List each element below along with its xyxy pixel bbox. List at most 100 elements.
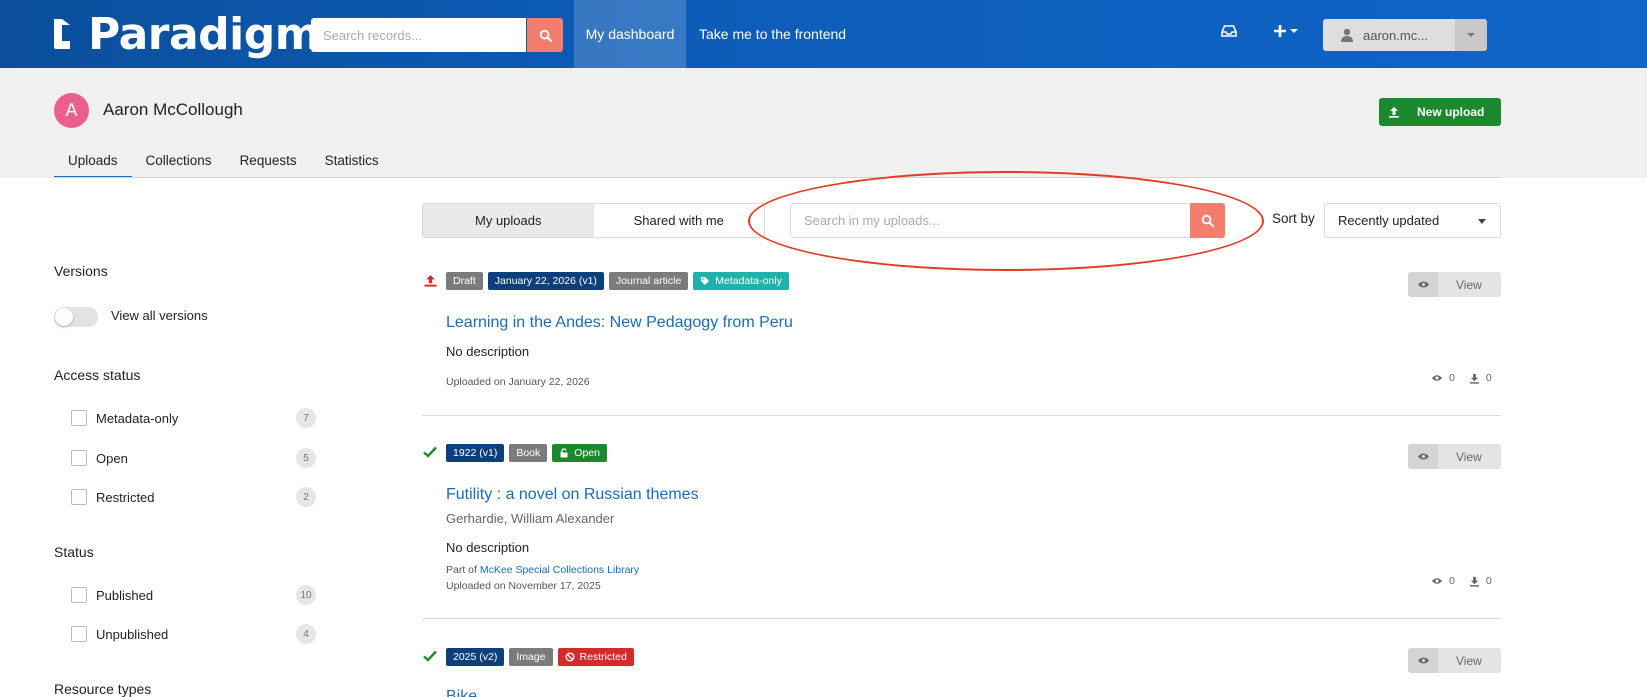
global-search-input[interactable]: [311, 18, 526, 52]
facet-label: Restricted: [96, 489, 155, 505]
item-title-link[interactable]: Futility : a novel on Russian themes: [446, 486, 699, 504]
item-divider: [422, 618, 1501, 619]
sort-value: Recently updated: [1338, 213, 1440, 228]
item-description: No description: [446, 344, 530, 359]
facet-item-open[interactable]: Open 5: [71, 446, 316, 470]
view-all-versions-toggle[interactable]: [54, 307, 98, 327]
uploads-scope-switch: My uploads Shared with me: [422, 203, 765, 238]
facet-checkbox[interactable]: [71, 450, 87, 466]
facet-count: 4: [296, 624, 316, 644]
downloads-stat: 0: [1469, 372, 1492, 384]
page-title: Aaron McCollough: [103, 100, 243, 119]
inbox-icon[interactable]: [1221, 24, 1237, 38]
views-count: 0: [1449, 575, 1455, 587]
view-button[interactable]: View: [1408, 272, 1501, 297]
chevron-down-icon: [1455, 19, 1487, 51]
label-access-text: Open: [574, 447, 600, 459]
label-resource-type: Book: [509, 444, 548, 462]
uploads-search-input[interactable]: [790, 203, 1191, 238]
collection-link[interactable]: McKee Special Collections Library: [480, 564, 639, 576]
view-button[interactable]: View: [1408, 648, 1501, 673]
download-icon: [1469, 373, 1479, 384]
item-labels: Draft January 22, 2026 (v1) Journal arti…: [446, 272, 789, 290]
search-icon: [539, 29, 552, 42]
shared-with-me-button[interactable]: Shared with me: [594, 204, 765, 237]
facet-item-unpublished[interactable]: Unpublished 4: [71, 622, 316, 646]
draft-upload-icon: [422, 272, 438, 288]
downloads-stat: 0: [1469, 575, 1492, 587]
facet-label: Unpublished: [96, 626, 169, 642]
item-uploaded-date: Uploaded on November 17, 2025: [446, 580, 601, 592]
user-menu-dropdown[interactable]: aaron.mc...: [1323, 19, 1487, 51]
dashboard-tabs: Uploads Collections Requests Statistics: [54, 148, 393, 178]
view-all-versions-label: View all versions: [111, 308, 208, 323]
tab-collections[interactable]: Collections: [132, 148, 226, 178]
item-creator: Gerhardie, William Alexander: [446, 511, 615, 526]
tab-uploads[interactable]: Uploads: [54, 148, 132, 178]
label-access-text: Restricted: [579, 651, 627, 663]
item-description: No description: [446, 540, 530, 555]
facet-item-metadata-only[interactable]: Metadata-only 7: [71, 406, 316, 430]
search-icon: [1201, 214, 1214, 227]
tab-statistics[interactable]: Statistics: [311, 148, 393, 178]
chevron-down-icon: [1478, 219, 1486, 224]
user-icon: [1341, 28, 1353, 42]
label-access: Restricted: [557, 648, 634, 666]
facet-checkbox[interactable]: [71, 410, 87, 426]
facet-heading-versions: Versions: [54, 263, 108, 279]
eye-icon: [1408, 272, 1438, 297]
nav-frontend-link[interactable]: Take me to the frontend: [685, 0, 860, 68]
new-upload-button[interactable]: New upload: [1379, 98, 1501, 126]
facet-heading-resource-types: Resource types: [54, 681, 152, 697]
create-menu-icon[interactable]: [1273, 24, 1299, 38]
avatar: A: [54, 93, 89, 128]
nav-my-dashboard[interactable]: My dashboard: [574, 0, 686, 68]
facet-checkbox[interactable]: [71, 587, 87, 603]
facet-label: Metadata-only: [96, 410, 179, 426]
facet-item-restricted[interactable]: Restricted 2: [71, 485, 316, 509]
downloads-count: 0: [1485, 372, 1492, 384]
brand-name: Paradigm: [88, 8, 321, 60]
published-check-icon: [422, 444, 438, 460]
facet-checkbox[interactable]: [71, 626, 87, 642]
upload-item: 1922 (v1) Book Open Futility : a novel o…: [422, 444, 1501, 619]
item-labels: 2025 (v2) Image Restricted: [446, 648, 634, 666]
views-stat: 0: [1431, 575, 1455, 587]
facet-count: 2: [296, 487, 316, 507]
ban-icon: [565, 652, 575, 662]
label-version: January 22, 2026 (v1): [487, 272, 604, 290]
label-resource-type: Image: [509, 648, 553, 666]
tag-icon: [700, 276, 710, 286]
item-title-link[interactable]: Learning in the Andes: New Pedagogy from…: [446, 314, 793, 332]
view-button-label: View: [1456, 277, 1482, 292]
unlock-icon: [559, 448, 569, 458]
uploads-search-button[interactable]: [1190, 203, 1225, 238]
facet-count: 7: [296, 408, 316, 428]
tab-requests[interactable]: Requests: [226, 148, 311, 178]
eye-icon: [1408, 648, 1438, 673]
view-button[interactable]: View: [1408, 444, 1501, 469]
item-stats: 0 0: [1417, 372, 1492, 384]
my-uploads-button[interactable]: My uploads: [423, 204, 594, 237]
facet-label: Published: [96, 587, 154, 603]
published-check-icon: [422, 648, 438, 664]
item-stats: 0 0: [1417, 575, 1492, 587]
upload-item: Draft January 22, 2026 (v1) Journal arti…: [422, 272, 1501, 416]
tabs-divider: [54, 177, 1501, 178]
downloads-count: 0: [1485, 575, 1492, 587]
view-button-label: View: [1456, 449, 1482, 464]
brand-logo[interactable]: Paradigm: [52, 8, 321, 60]
facet-item-published[interactable]: Published 10: [71, 583, 316, 607]
facet-heading-access: Access status: [54, 367, 141, 383]
upload-icon: [1379, 106, 1409, 118]
download-icon: [1469, 576, 1479, 587]
label-access: Metadata-only: [693, 272, 789, 290]
new-upload-label: New upload: [1417, 105, 1485, 119]
sort-dropdown[interactable]: Recently updated: [1324, 203, 1501, 238]
facet-heading-status: Status: [54, 544, 94, 560]
item-title-link[interactable]: Bike: [446, 688, 477, 697]
global-search-button[interactable]: [527, 18, 563, 52]
facet-checkbox[interactable]: [71, 489, 87, 505]
sort-label: Sort by: [1272, 211, 1315, 226]
views-count: 0: [1449, 372, 1455, 384]
